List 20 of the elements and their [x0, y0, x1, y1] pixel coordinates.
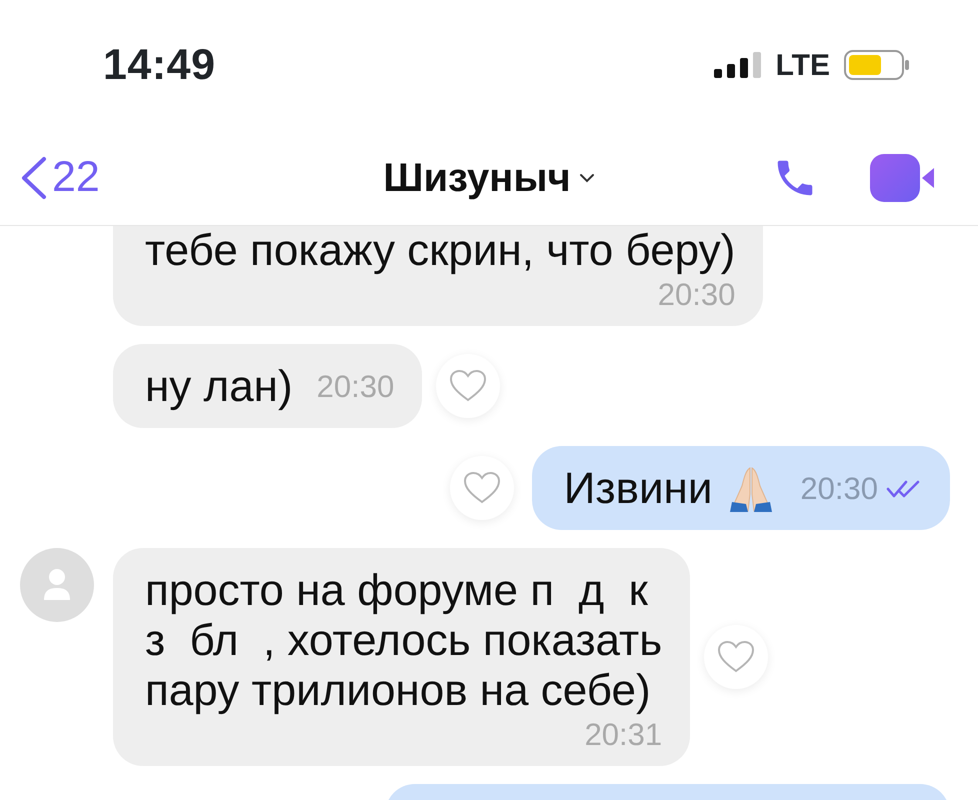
back-button[interactable]: 22 — [18, 145, 100, 210]
contact-name[interactable]: Шизуныч — [383, 148, 571, 208]
signal-icon — [714, 52, 764, 78]
message-text: ну лан) — [145, 362, 293, 412]
message-text: просто на форуме п д к з бл , хотелось показать пару трилионов на себе) — [145, 566, 662, 716]
video-camera-icon[interactable] — [870, 154, 936, 202]
avatar-icon[interactable] — [20, 548, 94, 622]
message-text: тебе покажу скрин, что беру) — [145, 226, 736, 276]
message-time: 20:30 — [316, 372, 394, 402]
clock-time: 14:49 — [103, 40, 216, 91]
message-text: Извини — [564, 464, 712, 514]
message-time: 20:30 — [800, 474, 878, 504]
heart-icon — [462, 471, 501, 505]
heart-icon — [449, 369, 488, 403]
heart-icon — [717, 640, 756, 674]
chevron-down-icon[interactable] — [578, 172, 595, 182]
network-type: LTE — [776, 48, 830, 84]
message-time: 20:30 — [658, 280, 736, 310]
battery-icon — [844, 50, 910, 80]
message-time: 20:31 — [584, 720, 662, 750]
